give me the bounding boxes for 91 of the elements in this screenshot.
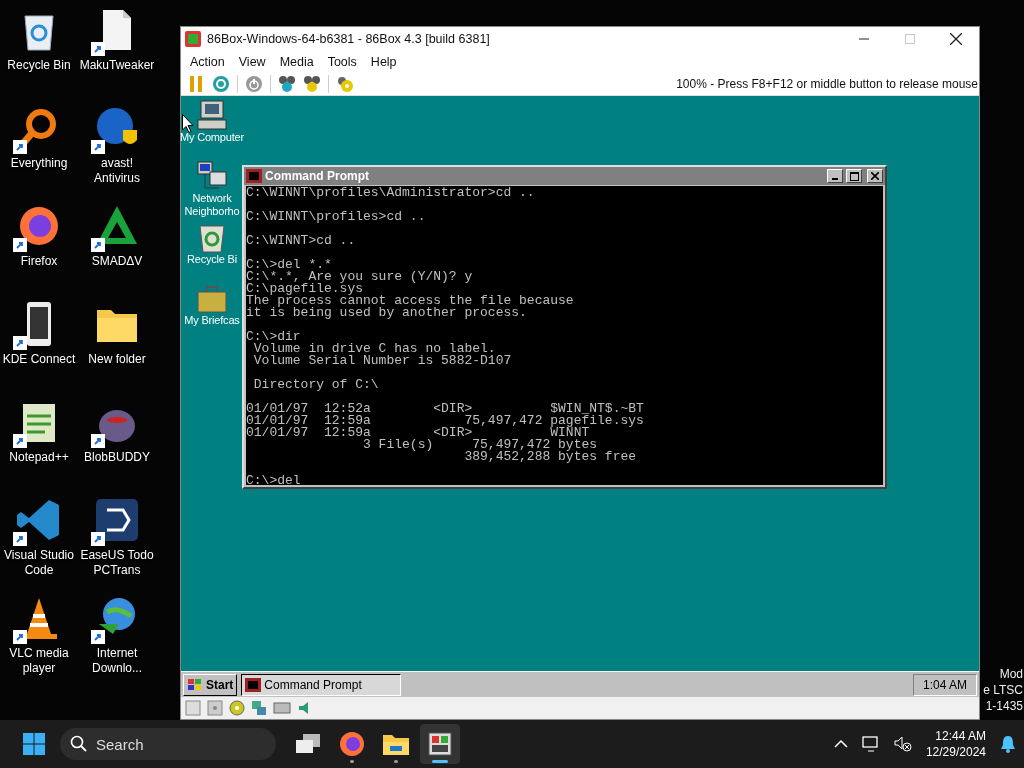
menu-item[interactable]: Help xyxy=(363,51,404,73)
desktop-icon-label[interactable]: Firefox xyxy=(0,254,79,269)
watermark-text: 1-1435 xyxy=(985,699,1023,714)
start-button[interactable]: Start xyxy=(183,673,238,696)
close-icon xyxy=(871,172,879,180)
status-text: 100% - Press F8+F12 or middle button to release mouse xyxy=(676,77,979,91)
disc-icon xyxy=(229,700,245,716)
windows-logo-icon xyxy=(23,733,45,755)
clock-date: 12/29/2024 xyxy=(925,744,986,760)
fox-icon xyxy=(339,731,365,757)
console-line: C:\pagefile.sys xyxy=(246,283,364,295)
desktop-icon-label[interactable]: EaseUS Todo PCTrans xyxy=(77,548,157,578)
clock-time: 12:44 AM xyxy=(935,728,986,744)
desktop-icon-label[interactable]: MakuTweaker xyxy=(77,58,157,73)
console-title: Command Prompt xyxy=(265,169,370,183)
console-line: C:\>dir xyxy=(246,331,302,343)
window-title: 86Box-Windows-64-b6381 - 86Box 4.3 [build 6381] xyxy=(207,32,491,46)
console-line: C:\WINNT\profiles\Administrator>cd .. xyxy=(246,187,536,199)
watermark-text: Mod xyxy=(999,667,1023,682)
speaker-muted-icon xyxy=(893,736,912,752)
console-line: Volume in drive C has no label. xyxy=(252,343,496,355)
desktop-icon-label[interactable]: Network Neighborho xyxy=(181,192,243,218)
settings-icon xyxy=(336,75,354,93)
watermark-text: e LTSC xyxy=(983,683,1023,698)
menu-item[interactable]: Tools xyxy=(320,51,364,73)
console-line: The process cannot access the file because xyxy=(246,295,575,307)
transfer-icon xyxy=(93,496,141,544)
floppy-drive-icon xyxy=(185,700,201,716)
desktop-icon-label[interactable]: avast! Antivirus xyxy=(77,156,157,186)
desktop-icon-label[interactable]: Recycle Bin xyxy=(0,58,79,73)
console-line: C:\WINNT\profiles>cd .. xyxy=(246,211,427,223)
desktop-icon-label[interactable]: Visual Studio Code xyxy=(0,548,79,578)
guest-clock: 1:04 AM xyxy=(913,673,977,696)
desktop-icon-label[interactable]: KDE Connect xyxy=(0,352,79,367)
menu-item[interactable]: Media xyxy=(272,51,321,73)
desktop-icon-label[interactable]: Internet Downlo... xyxy=(77,646,157,676)
desktop-icon-label[interactable]: BlobBUDDY xyxy=(77,450,157,465)
bell-icon xyxy=(1000,735,1016,753)
desktop-icon-label[interactable]: New folder xyxy=(77,352,157,367)
taskbar-app-button[interactable] xyxy=(420,724,460,764)
chevron-up-icon xyxy=(833,739,848,749)
console-line: C:\*.*, Are you sure (Y/N)? y xyxy=(246,271,474,283)
console-line: C:\WINNT>cd .. xyxy=(246,235,357,247)
menu-item[interactable]: Action xyxy=(183,51,232,73)
toolbar-button[interactable] xyxy=(210,73,232,95)
desktop-icon-label[interactable]: SMADΔV xyxy=(77,254,157,269)
emulator-icon xyxy=(427,731,453,757)
console-line: it is being used by another process. xyxy=(246,307,528,319)
maximize-icon xyxy=(849,171,859,181)
console-line: Directory of C:\ xyxy=(252,379,380,391)
taskbar-task[interactable]: Command Prompt xyxy=(241,673,402,696)
console-line: 01/01/97 12:59a <DIR> WINNT xyxy=(246,427,590,439)
console-line: 389,452,288 bytes free xyxy=(463,451,638,463)
folder-icon xyxy=(382,732,410,756)
search-field[interactable]: Search xyxy=(60,728,276,760)
pause-icon xyxy=(189,75,203,93)
key-combo-icon xyxy=(303,75,321,93)
console-line: C:\>del xyxy=(246,475,302,485)
key-combo-icon xyxy=(278,75,296,93)
app-logo-icon xyxy=(185,31,201,47)
console-logo-icon xyxy=(245,677,262,692)
desktop-icon-label[interactable]: Everything xyxy=(0,156,79,171)
maximize-button[interactable] xyxy=(846,169,862,183)
console-logo-icon xyxy=(246,169,262,183)
minimize-button[interactable] xyxy=(827,169,843,183)
desktop-icon-label[interactable]: My Briefcas xyxy=(184,314,240,327)
toolbar-button[interactable] xyxy=(276,73,298,95)
desktop-icon-label[interactable]: Notepad++ xyxy=(0,450,79,465)
console-line: 01/01/97 12:59a 75,497,472 pagefile.sys xyxy=(246,415,645,427)
network-computers-icon xyxy=(195,160,229,192)
maximize-icon xyxy=(905,34,915,44)
windows-flag-icon xyxy=(187,677,203,692)
desktop-icon-label[interactable]: Recycle Bi xyxy=(187,253,237,266)
task-view-icon xyxy=(295,733,321,755)
console-line: 3 File(s) 75,497,472 bytes xyxy=(362,439,599,451)
computer-icon xyxy=(195,99,229,131)
search-icon xyxy=(70,735,88,753)
monitor-icon xyxy=(861,736,880,752)
toolbar-button[interactable] xyxy=(301,73,323,95)
desktop-icon-label[interactable]: VLC media player xyxy=(0,646,79,676)
desktop-icon-label[interactable]: My Computer xyxy=(180,131,244,144)
close-button[interactable] xyxy=(867,169,883,183)
console-line: Volume Serial Number is 5882-D107 xyxy=(252,355,513,367)
reset-icon xyxy=(212,75,230,93)
power-icon xyxy=(245,75,263,93)
console-line: 01/01/97 12:52a <DIR> $WIN_NT$.~BT xyxy=(246,403,645,415)
menu-item[interactable]: View xyxy=(231,51,273,73)
floppy-drive-icon xyxy=(207,700,223,716)
console-line: C:\>del *.* xyxy=(246,259,333,271)
close-icon xyxy=(950,33,962,45)
network-icon xyxy=(251,700,267,716)
